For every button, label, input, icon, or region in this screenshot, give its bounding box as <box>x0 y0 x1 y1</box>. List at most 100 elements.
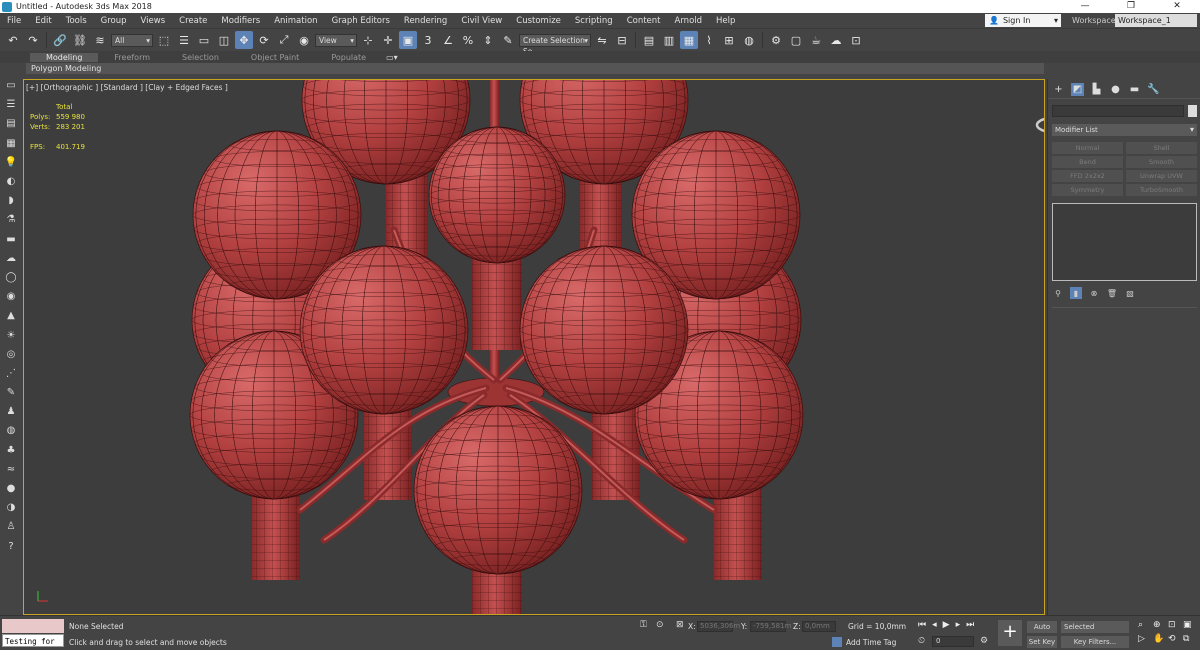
show-end-result-icon[interactable]: ▮ <box>1070 287 1082 299</box>
go-to-start-icon[interactable]: ⏮ <box>918 620 926 630</box>
display-tab-icon[interactable]: ▬ <box>1128 83 1141 96</box>
select-and-rotate-icon[interactable]: ⟳ <box>255 31 273 49</box>
reference-coordinate-select[interactable]: View <box>315 33 357 47</box>
utilities-tab-icon[interactable]: 🔧 <box>1147 83 1160 96</box>
sign-in-dropdown[interactable]: 👤 Sign In ▾ <box>985 14 1061 27</box>
hierarchy-tab-icon[interactable]: ▙ <box>1090 83 1103 96</box>
add-time-tag[interactable]: Add Time Tag <box>832 637 896 647</box>
redo-icon[interactable]: ↷ <box>24 31 42 49</box>
zoom-icon[interactable]: ⌕ <box>1138 620 1153 630</box>
current-frame-field[interactable]: 0 <box>932 636 974 647</box>
sphere-icon[interactable]: ◐ <box>3 174 19 190</box>
zoom-extents-all-icon[interactable]: ▣ <box>1183 620 1198 630</box>
link-icon[interactable]: 🔗 <box>51 31 69 49</box>
motion-tab-icon[interactable]: ● <box>1109 83 1122 96</box>
menu-rendering[interactable]: Rendering <box>397 16 454 26</box>
render-setup-icon[interactable]: ⚙ <box>767 31 785 49</box>
modifier-symmetry-button[interactable]: Symmetry <box>1052 184 1123 196</box>
foliage-icon[interactable]: ♣ <box>3 442 19 458</box>
viewport-orthographic[interactable]: [+] [Orthographic ] [Standard ] [Clay + … <box>23 79 1045 615</box>
select-and-place-icon[interactable]: ◉ <box>295 31 313 49</box>
target-icon[interactable]: ◎ <box>3 346 19 362</box>
pivot-center-icon[interactable]: ⊹ <box>359 31 377 49</box>
orbit-icon[interactable]: ⟲ <box>1168 634 1183 644</box>
object-color-swatch[interactable] <box>1188 105 1197 117</box>
percent-snap-icon[interactable]: % <box>459 31 477 49</box>
keyboard-shortcut-override-icon[interactable]: ▣ <box>399 31 417 49</box>
spinner-snap-icon[interactable]: ⇕ <box>479 31 497 49</box>
menu-arnold[interactable]: Arnold <box>668 16 710 26</box>
mirror-icon[interactable]: ⇋ <box>593 31 611 49</box>
menu-scripting[interactable]: Scripting <box>568 16 620 26</box>
select-object-icon[interactable]: ⬚ <box>155 31 173 49</box>
ribbon-panel-label[interactable]: Polygon Modeling <box>26 63 1044 74</box>
tab-object-paint[interactable]: Object Paint <box>235 53 315 62</box>
sun-icon[interactable]: ☀ <box>3 327 19 343</box>
zoom-all-icon[interactable]: ⊕ <box>1153 620 1168 630</box>
time-configuration-icon[interactable]: ⚙ <box>980 636 988 646</box>
field-of-view-icon[interactable]: ▷ <box>1138 634 1153 644</box>
remove-modifier-icon[interactable]: 🗑 <box>1106 287 1118 299</box>
snaps-toggle-icon[interactable]: 3 <box>419 31 437 49</box>
bones-icon[interactable]: ⋰ <box>3 365 19 381</box>
select-and-scale-icon[interactable]: ⤢ <box>275 31 293 49</box>
modifier-bend-button[interactable]: Bend <box>1052 156 1123 168</box>
maximize-viewport-icon[interactable]: ⧉ <box>1183 634 1198 644</box>
ribbon-toggle-icon[interactable]: ▦ <box>680 31 698 49</box>
maximize-button[interactable]: ❐ <box>1108 0 1154 13</box>
align-icon[interactable]: ⊟ <box>613 31 631 49</box>
user-icon[interactable]: ♙ <box>3 519 19 535</box>
menu-help[interactable]: Help <box>709 16 742 26</box>
light-icon[interactable]: 💡 <box>3 154 19 170</box>
maxscript-listener-output[interactable] <box>2 619 64 633</box>
rendered-frame-window-icon[interactable]: ▢ <box>787 31 805 49</box>
modifier-shell-button[interactable]: Shell <box>1126 142 1197 154</box>
character-icon[interactable]: ♟ <box>3 404 19 420</box>
modifier-turbosmooth-button[interactable]: TurboSmooth <box>1126 184 1197 196</box>
eye-icon[interactable]: ◉ <box>3 289 19 305</box>
menu-civil-view[interactable]: Civil View <box>454 16 509 26</box>
modifier-list-dropdown[interactable]: Modifier List <box>1052 124 1197 136</box>
time-config-icon[interactable]: ⏲ <box>918 636 925 646</box>
layer-explorer-icon[interactable]: ▥ <box>660 31 678 49</box>
menu-animation[interactable]: Animation <box>267 16 324 26</box>
maxscript-mini-listener[interactable]: Testing for : <box>2 634 64 647</box>
render-in-cloud-icon[interactable]: ☁ <box>827 31 845 49</box>
a360-gallery-icon[interactable]: ⊡ <box>847 31 865 49</box>
bind-space-warp-icon[interactable]: ≋ <box>91 31 109 49</box>
globe-icon[interactable]: ◍ <box>3 423 19 439</box>
selection-filter-select[interactable]: All <box>111 33 153 47</box>
select-and-move-icon[interactable]: ✥ <box>235 31 253 49</box>
make-unique-icon[interactable]: ⊗ <box>1088 287 1100 299</box>
minimize-button[interactable]: — <box>1062 0 1108 13</box>
object-name-field[interactable] <box>1052 105 1184 117</box>
isolate-selection-icon[interactable]: ⊙ <box>656 620 664 630</box>
modifier-unwrap-uvw-button[interactable]: Unwrap UVW <box>1126 170 1197 182</box>
menu-customize[interactable]: Customize <box>509 16 568 26</box>
configure-sets-icon[interactable]: ▧ <box>1124 287 1136 299</box>
modifier-stack[interactable] <box>1052 203 1197 281</box>
menu-graph-editors[interactable]: Graph Editors <box>325 16 397 26</box>
modifier-smooth-button[interactable]: Smooth <box>1126 156 1197 168</box>
set-key-button[interactable]: Set Key <box>1027 636 1057 648</box>
teapot-icon[interactable]: ⚗ <box>3 212 19 228</box>
tab-modeling[interactable]: Modeling <box>30 52 99 62</box>
menu-modifiers[interactable]: Modifiers <box>214 16 267 26</box>
next-frame-icon[interactable]: ▸ <box>956 620 961 630</box>
cloud-icon[interactable]: ☁ <box>3 250 19 266</box>
schematic-view-icon[interactable]: ⊞ <box>720 31 738 49</box>
menu-file[interactable]: File <box>0 16 28 26</box>
curve-editor-icon[interactable]: ⌇ <box>700 31 718 49</box>
pin-stack-icon[interactable]: ⚲ <box>1052 287 1064 299</box>
undo-icon[interactable]: ↶ <box>4 31 22 49</box>
viewport-layout-icon[interactable]: ▭ <box>3 78 19 94</box>
select-by-name-icon[interactable]: ☰ <box>175 31 193 49</box>
named-selection-set-select[interactable]: Create Selection Se <box>519 33 591 56</box>
zoom-extents-icon[interactable]: ⊡ <box>1168 620 1183 630</box>
material-editor-icon[interactable]: ◍ <box>740 31 758 49</box>
auto-key-button[interactable]: Auto Key <box>1027 621 1057 643</box>
previous-frame-icon[interactable]: ◂ <box>932 620 937 630</box>
y-coord-field[interactable]: -759,581m <box>750 621 791 632</box>
ribbon-options-icon[interactable]: ▭▾ <box>382 53 402 62</box>
brush-icon[interactable]: ✎ <box>3 385 19 401</box>
